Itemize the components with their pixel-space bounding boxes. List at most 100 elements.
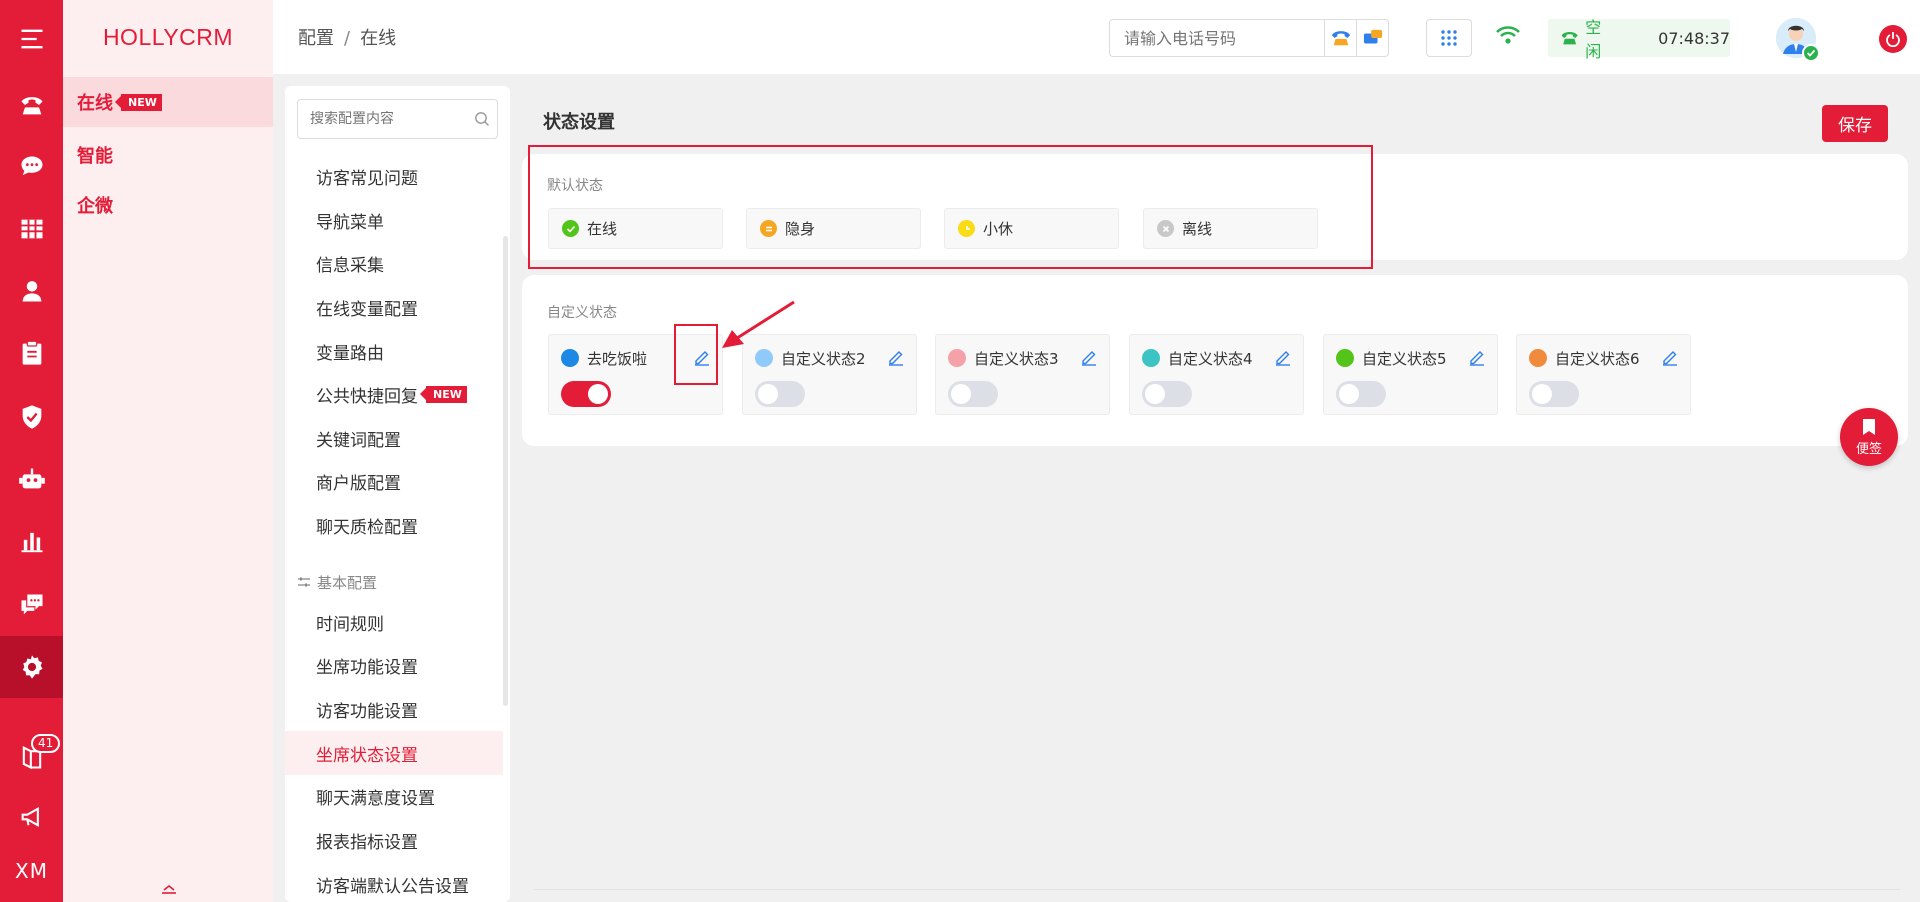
custom-state-toggle[interactable] [755,381,805,407]
save-button[interactable]: 保存 [1822,105,1888,142]
menu-item-report-metrics[interactable]: 报表指标设置 [285,818,503,862]
rail-item-shield[interactable] [0,386,63,448]
megaphone-icon [21,807,39,827]
menu-item-label: 聊天质检配置 [316,517,418,538]
custom-state-toggle[interactable] [1142,381,1192,407]
rail-item-user[interactable] [0,260,63,322]
menu-item-info-collect[interactable]: 信息采集 [285,241,503,285]
sliders-icon [298,577,310,587]
brand-logo: HOLLYCRM [102,24,234,50]
shield-check-icon [22,405,41,429]
dial-button[interactable] [1324,20,1356,56]
highlight-box-default-states [528,145,1373,269]
edit-icon[interactable] [1467,347,1487,367]
menu-item-keywords[interactable]: 关键词配置 [285,416,503,460]
phone-dial-icon [1331,31,1350,46]
menu-item-label: 聊天满意度设置 [316,788,435,809]
custom-state-toggle[interactable] [1529,381,1579,407]
phone-icon [21,97,42,115]
color-dot [1142,349,1160,367]
wifi-icon [1496,26,1520,44]
memo-label: 便签 [1855,441,1882,457]
menu-item-online-vars[interactable]: 在线变量配置 [285,285,503,329]
phone-number-input[interactable] [1110,20,1324,56]
edit-icon[interactable] [1079,347,1099,367]
rail-item-messages[interactable] [0,574,63,636]
agent-status[interactable]: 空闲 07:48:37 [1548,18,1730,61]
edit-icon[interactable] [1273,347,1293,367]
xm-label: XM [15,859,48,883]
menu-item-merchant[interactable]: 商户版配置 [285,459,503,503]
module-item-online[interactable]: 在线 NEW [63,77,273,127]
rail-item-grid[interactable] [0,198,63,260]
status-text: 空闲 [1585,18,1602,61]
menu-item-agent-status[interactable]: 坐席状态设置 [285,731,503,775]
search-icon[interactable] [467,111,497,127]
robot-icon [18,468,45,489]
config-menu: 访客常见问题 导航菜单 信息采集 在线变量配置 变量路由 公共快捷回复NEW 关… [285,86,510,902]
menu-item-agent-functions[interactable]: 坐席功能设置 [285,643,503,687]
menu-item-label: 变量路由 [316,343,384,364]
menu-item-visitor-faq[interactable]: 访客常见问题 [285,154,503,198]
custom-state-toggle[interactable] [948,381,998,407]
menu-item-nav-menu[interactable]: 导航菜单 [285,198,503,242]
custom-state-4: 自定义状态4 [1129,334,1304,415]
menu-item-label: 信息采集 [316,255,384,276]
rail-item-phone[interactable] [0,74,63,136]
menu-item-label: 访客端默认公告设置 [316,876,469,897]
rail-item-stats[interactable] [0,510,63,572]
rail-item-clipboard[interactable] [0,322,63,384]
color-dot [1336,349,1354,367]
logout-button[interactable] [1879,25,1907,53]
custom-states-label: 自定义状态 [547,305,617,321]
menu-item-var-routing[interactable]: 变量路由 [285,329,503,373]
menu-item-visitor-notice[interactable]: 访客端默认公告设置 [285,862,503,902]
custom-state-5: 自定义状态5 [1323,334,1498,415]
memo-button[interactable]: 便签 [1840,408,1898,466]
custom-state-toggle[interactable] [1336,381,1386,407]
rail-item-settings[interactable] [0,636,63,698]
rail-item-chat[interactable] [0,136,63,198]
custom-state-3: 自定义状态3 [935,334,1110,415]
breadcrumb-online: 在线 [360,28,397,49]
rail-item-robot[interactable] [0,448,63,510]
menu-icon [21,29,42,49]
breadcrumb-config[interactable]: 配置 [298,28,334,49]
menu-item-visitor-functions[interactable]: 访客功能设置 [285,687,503,731]
clipboard-icon [22,340,41,365]
phone-status-icon [1561,32,1578,45]
avatar[interactable] [1776,18,1820,62]
module-label: 智能 [77,146,113,167]
divider [534,889,1900,890]
rail-item-book[interactable]: 41 [0,726,63,788]
menu-toggle-button[interactable] [0,8,63,70]
edit-icon[interactable] [1660,347,1680,367]
config-search-input[interactable] [298,111,467,127]
message-button[interactable] [1356,20,1388,56]
module-item-wecom[interactable]: 企微 [63,180,273,230]
rail-item-xm[interactable]: XM [0,840,63,902]
page-title: 状态设置 [543,112,615,133]
config-search [297,99,498,139]
menu-item-satisfaction[interactable]: 聊天满意度设置 [285,774,503,818]
dots-grid-icon [1441,30,1457,46]
menu-item-label: 在线变量配置 [316,299,418,320]
bookmark-icon [1863,418,1875,435]
rail-item-announcement[interactable] [0,786,63,848]
menu-item-quick-reply[interactable]: 公共快捷回复 NEW [285,372,503,416]
menu-scrollbar[interactable] [503,236,508,706]
menu-item-chat-qc[interactable]: 聊天质检配置 [285,503,503,547]
icon-rail: 41 XM [0,0,63,902]
breadcrumb: 配置 / 在线 [298,28,397,49]
edit-icon[interactable] [886,347,906,367]
menu-item-label: 坐席功能设置 [316,657,418,678]
apps-button[interactable] [1426,19,1472,57]
collapse-icon[interactable] [161,884,177,894]
grid-icon [21,219,42,239]
custom-state-toggle[interactable] [561,381,611,407]
menu-item-time-rules[interactable]: 时间规则 [285,600,503,644]
group-header-basic[interactable]: 基本配置 [297,567,377,597]
menu-item-label: 关键词配置 [316,430,401,451]
power-icon [1886,32,1900,47]
module-item-smart[interactable]: 智能 [63,130,273,180]
